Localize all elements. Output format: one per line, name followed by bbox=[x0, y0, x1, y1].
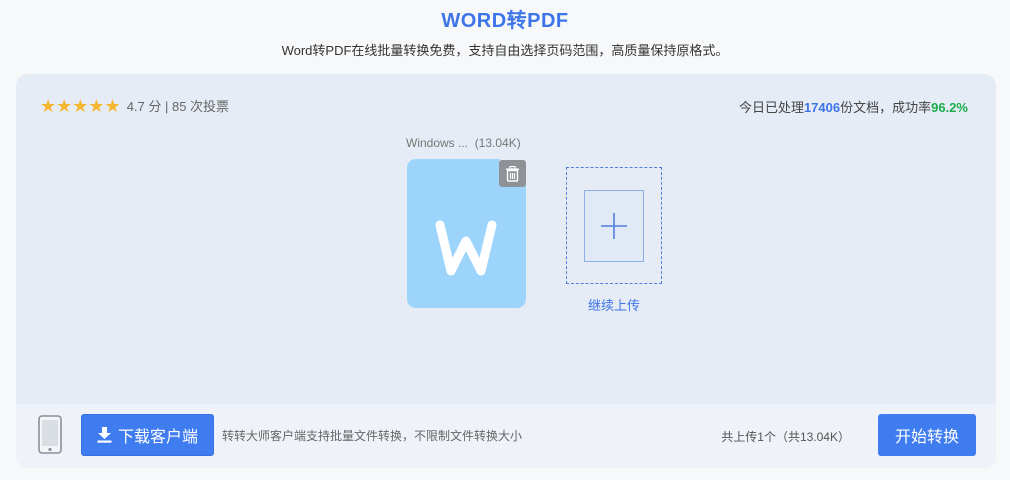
continue-upload-label[interactable]: 继续上传 bbox=[566, 295, 662, 314]
download-client-button[interactable]: 下载客户端 bbox=[81, 414, 214, 456]
conversion-panel: ★★★★★ 4.7 分 | 85 次投票 今日已处理17406份文档，成功率96… bbox=[16, 74, 996, 468]
upload-count: 共上传1个（共13.04K） bbox=[721, 430, 850, 444]
download-icon bbox=[97, 427, 112, 443]
page-subtitle: Word转PDF在线批量转换免费，支持自由选择页码范围，高质量保持原格式。 bbox=[281, 43, 729, 58]
rating-text: 4.7 分 | 85 次投票 bbox=[126, 99, 230, 114]
rating: ★★★★★ 4.7 分 | 85 次投票 bbox=[40, 96, 229, 115]
trash-icon bbox=[506, 165, 519, 182]
phone-icon bbox=[38, 415, 64, 460]
delete-file-button[interactable] bbox=[499, 160, 526, 187]
plus-icon bbox=[601, 212, 627, 239]
file-name-label: Windows ... (13.04K) bbox=[406, 136, 521, 150]
client-description: 转转大师客户端支持批量文件转换，不限制文件转换大小 bbox=[222, 429, 523, 443]
start-convert-button[interactable]: 开始转换 bbox=[878, 414, 976, 456]
file-size: (13.04K) bbox=[474, 136, 521, 150]
daily-stats: 今日已处理17406份文档，成功率96.2% bbox=[739, 97, 968, 116]
bottom-action-bar: 下载客户端 转转大师客户端支持批量文件转换，不限制文件转换大小 共上传1个（共1… bbox=[16, 404, 996, 468]
page-title: WORD转PDF bbox=[441, 10, 569, 32]
stats-middle: 份文档，成功率 bbox=[840, 100, 932, 115]
stats-success-rate: 96.2% bbox=[931, 100, 968, 115]
file-name: Windows ... bbox=[406, 136, 469, 150]
upload-drop-area bbox=[584, 189, 644, 262]
stats-processed-count: 17406 bbox=[803, 100, 841, 115]
stats-prefix: 今日已处理 bbox=[738, 100, 804, 115]
rating-stars[interactable]: ★★★★★ bbox=[40, 97, 121, 115]
download-client-label: 下载客户端 bbox=[117, 429, 198, 446]
continue-upload-button[interactable] bbox=[566, 167, 662, 284]
